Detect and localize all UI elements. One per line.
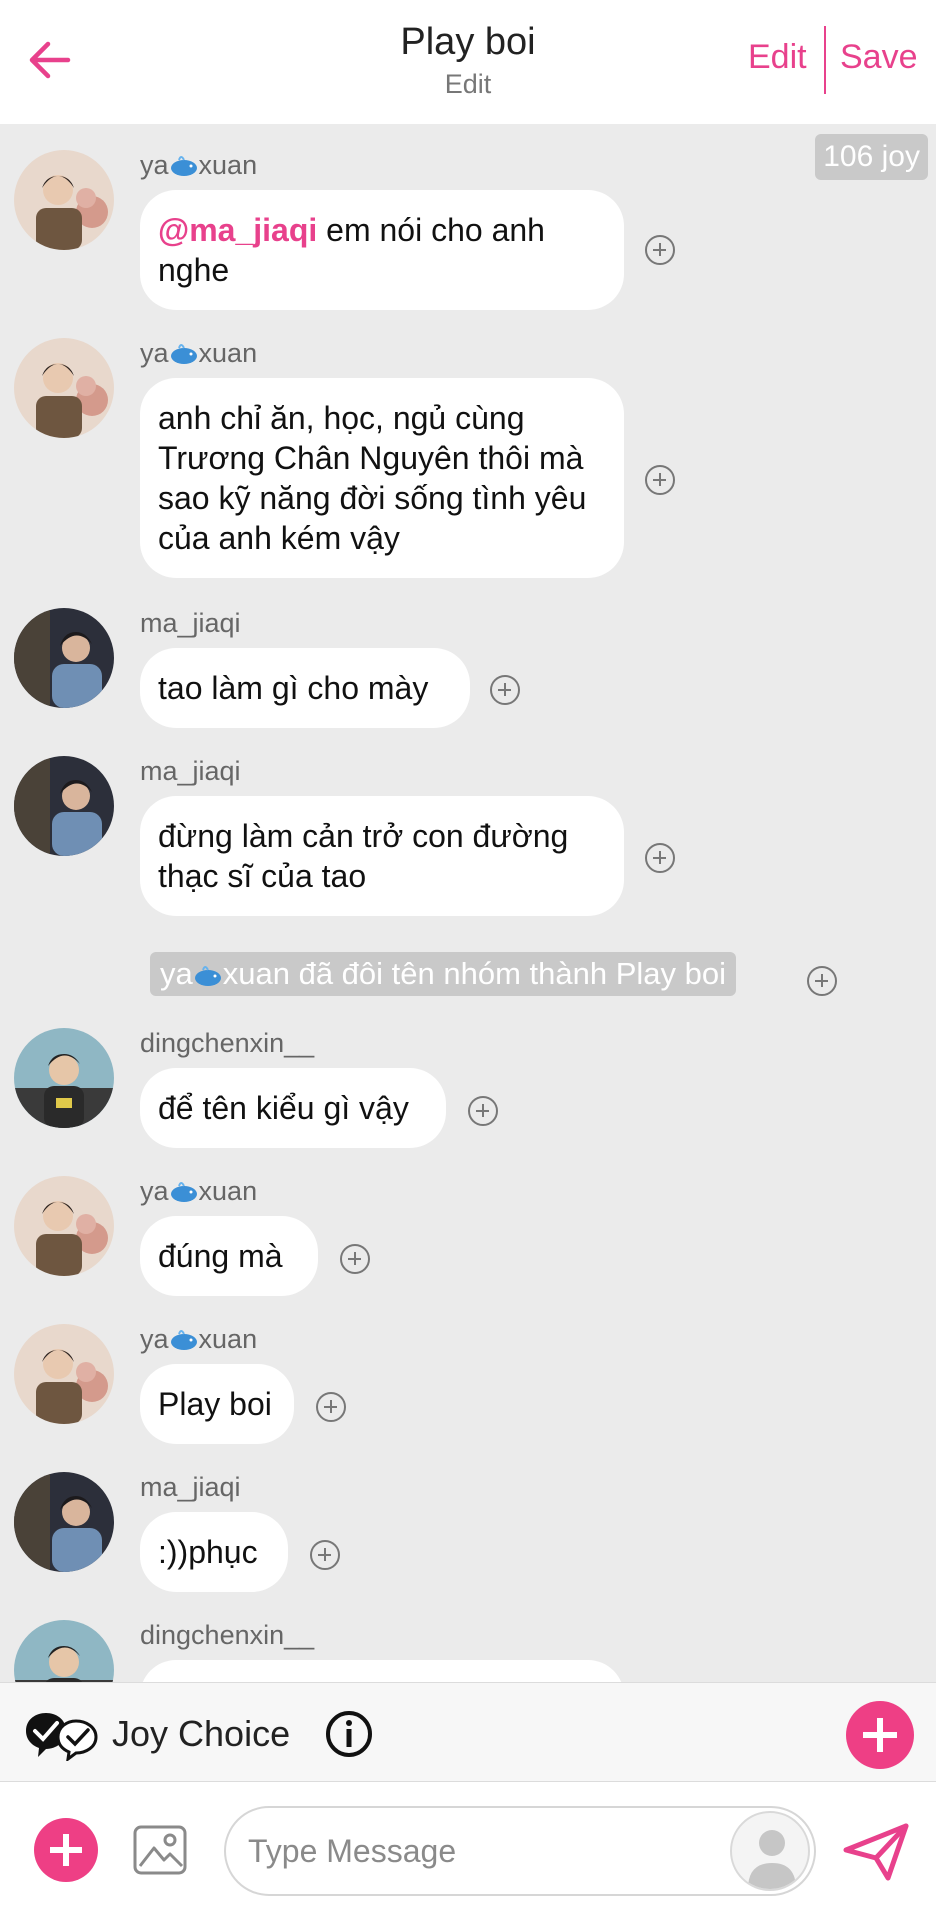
sender-name: ma_jiaqi bbox=[140, 756, 241, 786]
add-reaction-icon[interactable] bbox=[645, 843, 675, 873]
back-arrow-icon[interactable] bbox=[26, 36, 74, 84]
sender-name: ya xuan bbox=[140, 1324, 258, 1354]
joy-add-button[interactable] bbox=[846, 1701, 914, 1769]
message-bubble[interactable]: tao làm gì cho mày bbox=[140, 648, 470, 728]
avatar[interactable] bbox=[14, 1472, 114, 1572]
avatar[interactable] bbox=[14, 1028, 114, 1128]
add-reaction-icon[interactable] bbox=[310, 1540, 340, 1570]
add-reaction-icon[interactable] bbox=[340, 1244, 370, 1274]
image-icon[interactable] bbox=[132, 1822, 188, 1878]
header-divider bbox=[824, 26, 826, 94]
add-reaction-icon[interactable] bbox=[468, 1096, 498, 1126]
whale-emoji-icon bbox=[170, 1330, 197, 1350]
message-bubble[interactable]: Play boi bbox=[140, 1364, 294, 1444]
message-input[interactable] bbox=[248, 1826, 728, 1876]
joy-count-badge: 106 joy bbox=[815, 134, 928, 180]
sender-name: ya xuan bbox=[140, 1176, 258, 1206]
message-bubble[interactable] bbox=[140, 1660, 624, 1682]
avatar[interactable] bbox=[14, 608, 114, 708]
whale-emoji-icon bbox=[194, 966, 221, 986]
sender-name: dingchenxin__ bbox=[140, 1028, 315, 1058]
avatar[interactable] bbox=[14, 1324, 114, 1424]
avatar[interactable] bbox=[14, 1176, 114, 1276]
system-rename-note: ya xuan đã đôi tên nhóm thành Play boi bbox=[150, 952, 737, 996]
message-bubble[interactable]: đừng làm cản trở con đường thạc sĩ của t… bbox=[140, 796, 624, 916]
sender-name: ma_jiaqi bbox=[140, 608, 241, 638]
attach-plus-button[interactable] bbox=[34, 1818, 98, 1882]
chat-header: Play boi Edit Edit Save bbox=[0, 0, 936, 124]
message-bubble[interactable]: @ma_jiaqi em nói cho anh nghe bbox=[140, 190, 624, 310]
info-icon[interactable] bbox=[324, 1709, 374, 1759]
sender-name: ya xuan bbox=[140, 150, 258, 180]
sender-name: dingchenxin__ bbox=[140, 1620, 315, 1650]
edit-button[interactable]: Edit bbox=[748, 38, 807, 77]
message-bubble[interactable]: đúng mà bbox=[140, 1216, 318, 1296]
whale-emoji-icon bbox=[170, 344, 197, 364]
add-reaction-icon[interactable] bbox=[807, 966, 837, 996]
message-bubble[interactable]: anh chỉ ăn, học, ngủ cùng Trương Chân Ng… bbox=[140, 378, 624, 578]
joy-choice-bar: Joy Choice bbox=[0, 1682, 936, 1782]
add-reaction-icon[interactable] bbox=[316, 1392, 346, 1422]
sender-name: ya xuan bbox=[140, 338, 258, 368]
chat-messages[interactable]: 106 joy ya xuan @ma_jiaqi em nói cho anh … bbox=[0, 124, 936, 1682]
mention-tag[interactable]: @ma_jiaqi bbox=[158, 212, 317, 248]
message-bubble[interactable]: để tên kiểu gì vậy bbox=[140, 1068, 446, 1148]
sender-name: ma_jiaqi bbox=[140, 1472, 241, 1502]
whale-emoji-icon bbox=[170, 156, 197, 176]
sticker-avatar-icon[interactable] bbox=[730, 1811, 810, 1891]
add-reaction-icon[interactable] bbox=[490, 675, 520, 705]
joy-choice-label[interactable]: Joy Choice bbox=[112, 1713, 290, 1755]
add-reaction-icon[interactable] bbox=[645, 235, 675, 265]
joy-choice-icon[interactable] bbox=[22, 1709, 102, 1763]
avatar[interactable] bbox=[14, 150, 114, 250]
save-button[interactable]: Save bbox=[840, 38, 918, 77]
whale-emoji-icon bbox=[170, 1182, 197, 1202]
avatar[interactable] bbox=[14, 1620, 114, 1682]
avatar[interactable] bbox=[14, 338, 114, 438]
message-bubble[interactable]: :))phục bbox=[140, 1512, 288, 1592]
avatar[interactable] bbox=[14, 756, 114, 856]
message-field bbox=[224, 1806, 816, 1896]
message-input-bar bbox=[0, 1782, 936, 1920]
add-reaction-icon[interactable] bbox=[645, 465, 675, 495]
send-icon[interactable] bbox=[842, 1822, 910, 1882]
